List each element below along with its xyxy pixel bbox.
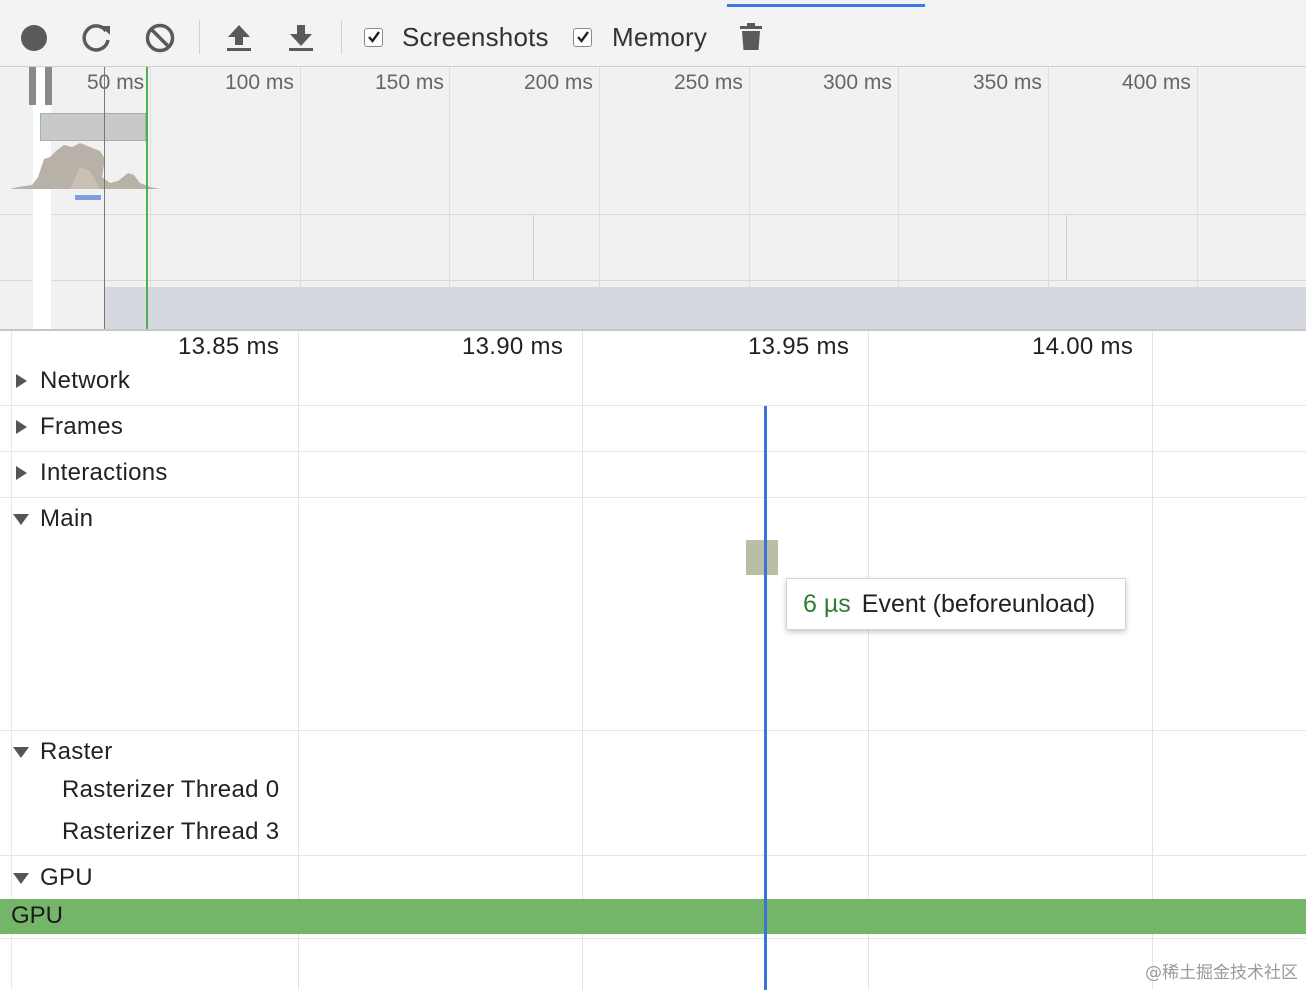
flame-tick-label: 14.00 ms: [1032, 333, 1134, 360]
flame-tick-label: 13.85 ms: [178, 333, 280, 360]
save-profile-button[interactable]: [281, 18, 321, 58]
overview-screenshot-frame: [1066, 215, 1067, 280]
expand-arrow-icon: [16, 374, 27, 388]
overview-screenshot-frame: [533, 215, 534, 280]
reload-icon: [82, 24, 110, 52]
track-label: Main: [40, 505, 94, 532]
overview-cpu-chart: [10, 143, 160, 189]
gpu-task-bar[interactable]: GPU: [0, 899, 1306, 934]
track-label: GPU: [40, 864, 93, 891]
toolbar-divider: [341, 20, 342, 54]
watermark: @稀土掘金技术社区: [1145, 963, 1298, 983]
overview-network-bar: [75, 195, 101, 200]
event-tooltip: 6 µs Event (beforeunload): [786, 578, 1127, 630]
overview-left-handle[interactable]: [29, 67, 36, 105]
flame-grid-line: [298, 331, 299, 990]
overview-tick-label: 200 ms: [524, 71, 593, 94]
track-raster[interactable]: Raster: [12, 738, 113, 766]
track-divider: [0, 451, 1306, 452]
collapse-arrow-icon: [13, 514, 29, 525]
overview-tick-label: 150 ms: [375, 71, 444, 94]
track-divider: [0, 730, 1306, 731]
track-rasterizer-thread-0[interactable]: Rasterizer Thread 0: [62, 776, 279, 804]
flame-tick-label: 13.95 ms: [748, 333, 850, 360]
screenshots-label: Screenshots: [402, 22, 549, 52]
screenshots-toggle[interactable]: Screenshots: [364, 22, 549, 53]
screenshots-checkbox[interactable]: [364, 28, 383, 47]
performance-toolbar: Screenshots Memory: [0, 0, 1306, 67]
flame-tick-label: 13.90 ms: [462, 333, 564, 360]
overview-row-divider: [0, 214, 1306, 215]
checkmark-icon: [577, 31, 589, 43]
record-button[interactable]: [14, 18, 54, 58]
flame-grid-line: [582, 331, 583, 990]
load-profile-button[interactable]: [219, 18, 259, 58]
trash-icon: [740, 23, 762, 50]
tooltip-event-name: Event (beforeunload): [861, 589, 1096, 618]
timeline-overview[interactable]: 50 ms 100 ms 150 ms 200 ms 250 ms 300 ms…: [0, 67, 1306, 331]
overview-cursor: [104, 67, 105, 329]
flame-chart[interactable]: 13.85 ms 13.90 ms 13.95 ms 14.00 ms Netw…: [0, 331, 1306, 990]
overview-tick-label: 100 ms: [225, 71, 294, 94]
track-gpu[interactable]: GPU: [12, 864, 93, 892]
overview-tick-label: 350 ms: [973, 71, 1042, 94]
clear-button[interactable]: [140, 18, 180, 58]
tooltip-duration: 6 µs: [803, 589, 851, 618]
garbage-collect-button[interactable]: [731, 18, 771, 58]
collapse-arrow-icon: [13, 747, 29, 758]
overview-tick-label: 300 ms: [823, 71, 892, 94]
track-label: Frames: [40, 413, 124, 440]
overview-right-handle[interactable]: [45, 67, 52, 105]
track-frames[interactable]: Frames: [12, 413, 123, 441]
reload-record-button[interactable]: [77, 18, 117, 58]
overview-selection-window: [33, 67, 51, 329]
track-network[interactable]: Network: [12, 367, 130, 395]
overview-memory-band: [104, 287, 1306, 329]
toolbar-divider: [199, 20, 200, 54]
checkmark-icon: [368, 31, 380, 43]
overview-tick-label: 400 ms: [1122, 71, 1191, 94]
track-divider: [0, 405, 1306, 406]
flame-grid-line: [1152, 331, 1153, 990]
track-divider: [0, 497, 1306, 498]
memory-label: Memory: [612, 22, 708, 52]
overview-row-divider: [0, 280, 1306, 281]
flame-grid-line: [868, 331, 869, 990]
expand-arrow-icon: [16, 466, 27, 480]
upload-icon: [227, 25, 251, 51]
clear-icon: [145, 23, 175, 53]
track-label: Raster: [40, 738, 113, 765]
track-rasterizer-thread-3[interactable]: Rasterizer Thread 3: [62, 818, 279, 846]
beforeunload-event-block[interactable]: [746, 540, 778, 575]
memory-checkbox[interactable]: [573, 28, 592, 47]
memory-toggle[interactable]: Memory: [573, 22, 707, 53]
overview-marker-line: [146, 67, 148, 329]
active-tab-indicator: [727, 4, 925, 7]
track-divider: [0, 938, 1306, 939]
record-icon: [21, 25, 47, 51]
overview-tick-label: 250 ms: [674, 71, 743, 94]
time-cursor-line: [764, 406, 767, 990]
gpu-task-label: GPU: [11, 902, 64, 929]
download-icon: [289, 25, 313, 51]
collapse-arrow-icon: [13, 873, 29, 884]
expand-arrow-icon: [16, 420, 27, 434]
track-main[interactable]: Main: [12, 505, 93, 533]
track-interactions[interactable]: Interactions: [12, 459, 168, 487]
overview-tick-label: 50 ms: [87, 71, 145, 94]
track-label: Interactions: [40, 459, 168, 486]
track-divider: [0, 855, 1306, 856]
track-label: Network: [40, 367, 131, 394]
